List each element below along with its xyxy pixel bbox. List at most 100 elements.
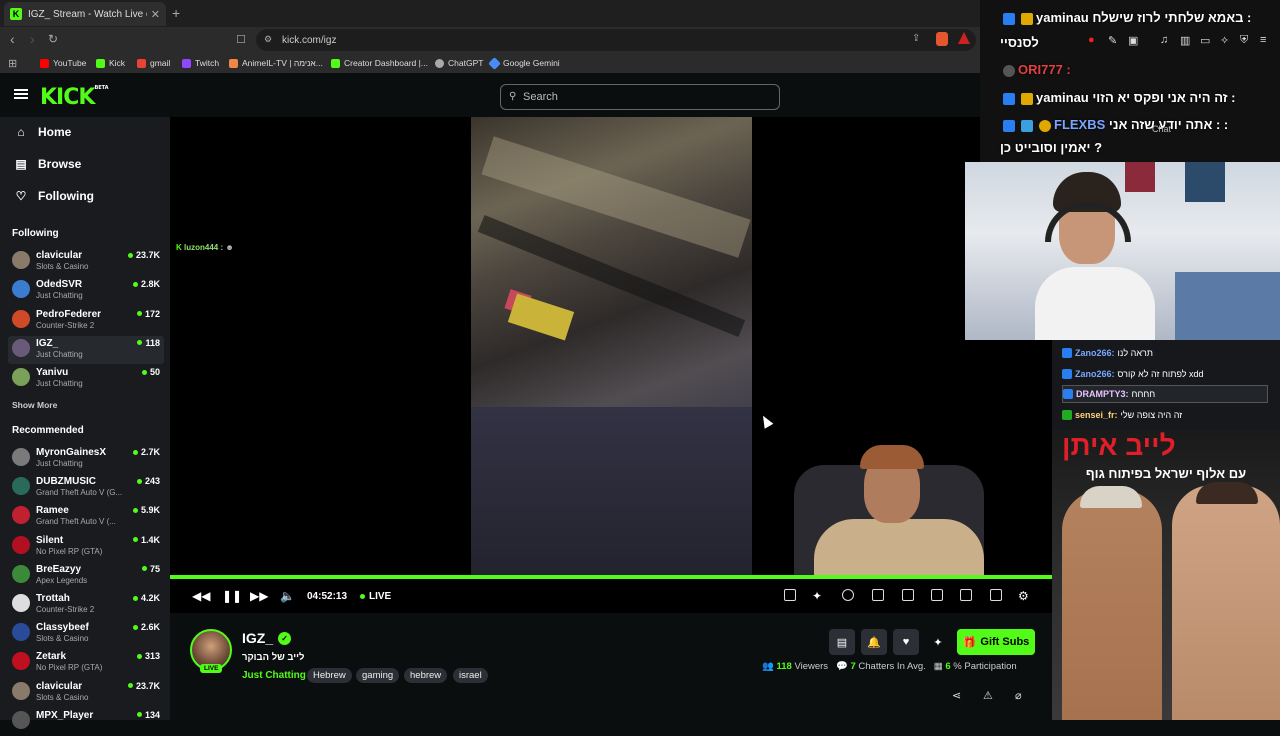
nav-browse[interactable]: ▤ Browse bbox=[14, 157, 81, 171]
pip-icon[interactable] bbox=[902, 589, 914, 601]
badge-icon bbox=[1003, 92, 1015, 105]
tag-israel[interactable]: israel bbox=[453, 668, 488, 683]
sidebar-channel[interactable]: clavicular Slots & Casino 23.7K bbox=[8, 679, 164, 707]
channel-name: OdedSVR bbox=[36, 279, 83, 291]
forward-icon[interactable]: › bbox=[30, 31, 35, 47]
nav-home[interactable]: ⌂ Home bbox=[14, 125, 71, 139]
back-icon[interactable]: ‹ bbox=[10, 31, 15, 47]
channel-avatar bbox=[12, 251, 30, 269]
show-more-button[interactable]: Show More bbox=[12, 400, 57, 410]
sidebar-channel[interactable]: IGZ_ Just Chatting 118 bbox=[8, 335, 164, 364]
bookmark-chatgpt[interactable]: ChatGPT bbox=[435, 58, 483, 68]
tag-hebrew-lower[interactable]: hebrew bbox=[404, 668, 448, 683]
fullscreen-icon[interactable] bbox=[990, 589, 1002, 601]
theater-icon[interactable] bbox=[931, 589, 943, 601]
quality-icon[interactable] bbox=[842, 589, 854, 601]
channel-category: Grand Theft Auto V (G... bbox=[36, 488, 123, 498]
gift-subs-button[interactable]: 🎁 Gift Subs bbox=[957, 629, 1035, 655]
site-info-icon[interactable]: ⚙ bbox=[264, 34, 272, 45]
sparkle-button[interactable]: ✦ bbox=[925, 629, 951, 655]
close-tab-icon[interactable]: ✕ bbox=[151, 8, 160, 21]
ad-person-left bbox=[1062, 490, 1162, 720]
chat-username[interactable]: Zano266: bbox=[1075, 369, 1115, 379]
mini-player-icon[interactable] bbox=[960, 589, 972, 601]
sidebar-channel[interactable]: Silent No Pixel RP (GTA) 1.4K bbox=[8, 533, 164, 561]
chat-badge-icon bbox=[1062, 368, 1072, 379]
menu-icon[interactable] bbox=[14, 89, 28, 99]
channel-name[interactable]: IGZ_ ✓ bbox=[242, 630, 292, 646]
share-icon[interactable]: ⇪ bbox=[912, 33, 920, 44]
sidebar-channel[interactable]: clavicular Slots & Casino 23.7K bbox=[8, 248, 164, 276]
bookmark-youtube[interactable]: YouTube bbox=[40, 58, 86, 68]
bookmark-gmail[interactable]: gmail bbox=[137, 58, 170, 68]
viewer-count: 118 bbox=[137, 338, 160, 348]
hide-icon[interactable]: ⌀ bbox=[1015, 689, 1022, 702]
overlay-chat-line-2: לסנסיי bbox=[1000, 35, 1039, 50]
brave-shield-icon[interactable] bbox=[936, 32, 948, 46]
badge-icon bbox=[1003, 119, 1015, 132]
notifications-button[interactable]: 🔔 bbox=[861, 629, 887, 655]
rewards-icon[interactable] bbox=[958, 32, 970, 44]
chat-username[interactable]: Zano266: bbox=[1075, 348, 1115, 358]
pause-icon[interactable]: ❚❚ bbox=[222, 589, 242, 603]
chat-username[interactable]: DRAMPTY3: bbox=[1076, 389, 1129, 399]
sidebar-channel[interactable]: Classybeef Slots & Casino 2.6K bbox=[8, 620, 164, 648]
fast-forward-icon[interactable]: ▶▶ bbox=[250, 589, 268, 603]
search-input[interactable]: ⚲ Search bbox=[500, 84, 780, 110]
facecam bbox=[965, 162, 1280, 340]
sidebar-channel[interactable]: PedroFederer Counter-Strike 2 172 bbox=[8, 307, 164, 335]
channel-category: Counter-Strike 2 bbox=[36, 605, 95, 614]
sidebar-channel[interactable]: Zetark No Pixel RP (GTA) 313 bbox=[8, 649, 164, 677]
stats-icon[interactable] bbox=[872, 589, 884, 601]
settings-icon[interactable]: ⚙ bbox=[1018, 589, 1029, 603]
sidebar-channel[interactable]: OdedSVR Just Chatting 2.8K bbox=[8, 277, 164, 305]
notes-button[interactable]: ▤ bbox=[829, 629, 855, 655]
viewer-count: 4.2K bbox=[133, 593, 160, 603]
channel-category: Grand Theft Auto V (... bbox=[36, 517, 116, 527]
sidebar-channel[interactable]: MPX_Player 134 bbox=[8, 708, 164, 736]
bookmark-star-icon[interactable]: ☐ bbox=[236, 33, 246, 46]
sidebar-channel[interactable]: MyronGainesX Just Chatting 2.7K bbox=[8, 445, 164, 473]
address-bar[interactable]: ⚙ kick.com/igz ⇪ bbox=[256, 29, 976, 51]
new-tab-button[interactable]: + bbox=[172, 5, 180, 21]
kick-logo[interactable]: KICKBETA bbox=[40, 85, 109, 110]
video-content bbox=[471, 407, 752, 575]
channel-name: DUBZMUSIC bbox=[36, 476, 96, 488]
reload-icon[interactable]: ↻ bbox=[48, 32, 58, 46]
bookmark-creator-dashboard[interactable]: Creator Dashboard |... bbox=[331, 58, 428, 68]
stream-info: LIVE IGZ_ ✓ לייב של הבוקר Just Chatting H… bbox=[170, 613, 1052, 720]
stream-category[interactable]: Just Chatting bbox=[242, 670, 306, 681]
bookmark-gemini[interactable]: Google Gemini bbox=[488, 56, 560, 70]
apps-grid-icon[interactable]: ⊞ bbox=[8, 57, 17, 70]
sidebar-channel[interactable]: DUBZMUSIC Grand Theft Auto V (G... 243 bbox=[8, 474, 164, 502]
bookmark-kick[interactable]: Kick bbox=[96, 58, 125, 68]
live-indicator[interactable]: LIVE bbox=[360, 591, 391, 602]
channel-avatar bbox=[12, 477, 30, 496]
video-player[interactable]: K luzon444 : ☻ ◀◀ ❚❚ ▶▶ 🔈 04:52:13 LIVE … bbox=[170, 117, 1052, 613]
tag-hebrew[interactable]: Hebrew bbox=[307, 668, 352, 683]
channel-name: Yanivu bbox=[36, 367, 69, 379]
bookmark-twitch[interactable]: Twitch bbox=[182, 58, 219, 68]
volume-icon[interactable]: 🔈 bbox=[280, 589, 295, 603]
report-icon[interactable]: ⚠ bbox=[983, 689, 993, 702]
kick-header: KICKBETA ⚲ Search bbox=[0, 73, 1052, 117]
clip-icon[interactable] bbox=[784, 589, 796, 601]
nav-following[interactable]: ♡ Following bbox=[14, 189, 94, 203]
channel-avatar bbox=[12, 652, 30, 671]
rewind-icon[interactable]: ◀◀ bbox=[192, 589, 210, 603]
chat-username[interactable]: sensei_fr: bbox=[1075, 410, 1118, 420]
sidebar-channel[interactable]: Ramee Grand Theft Auto V (... 5.9K bbox=[8, 503, 164, 531]
channel-name: MPX_Player bbox=[36, 709, 94, 721]
sparkle-icon[interactable]: ✦ bbox=[812, 589, 822, 603]
chat-text: זה היה צופה שלי bbox=[1120, 409, 1183, 420]
channel-avatar bbox=[12, 368, 30, 387]
tag-gaming[interactable]: gaming bbox=[356, 668, 400, 683]
sidebar-channel[interactable]: Yanivu Just Chatting 50 bbox=[8, 365, 164, 393]
follow-button[interactable]: ♥ bbox=[893, 629, 919, 655]
gift-icon: 🎁 bbox=[962, 636, 977, 649]
share-icon[interactable]: ⋖ bbox=[952, 689, 961, 702]
sidebar-channel[interactable]: BreEazyy Apex Legends 75 bbox=[8, 562, 164, 590]
bookmark-animeil[interactable]: AnimeIL-TV | אנימה... bbox=[229, 58, 323, 68]
sidebar-channel[interactable]: Trottah Counter-Strike 2 4.2K bbox=[8, 591, 164, 619]
browser-tab-active[interactable]: K IGZ_ Stream - Watch Live on Kick ✕ bbox=[4, 2, 166, 26]
